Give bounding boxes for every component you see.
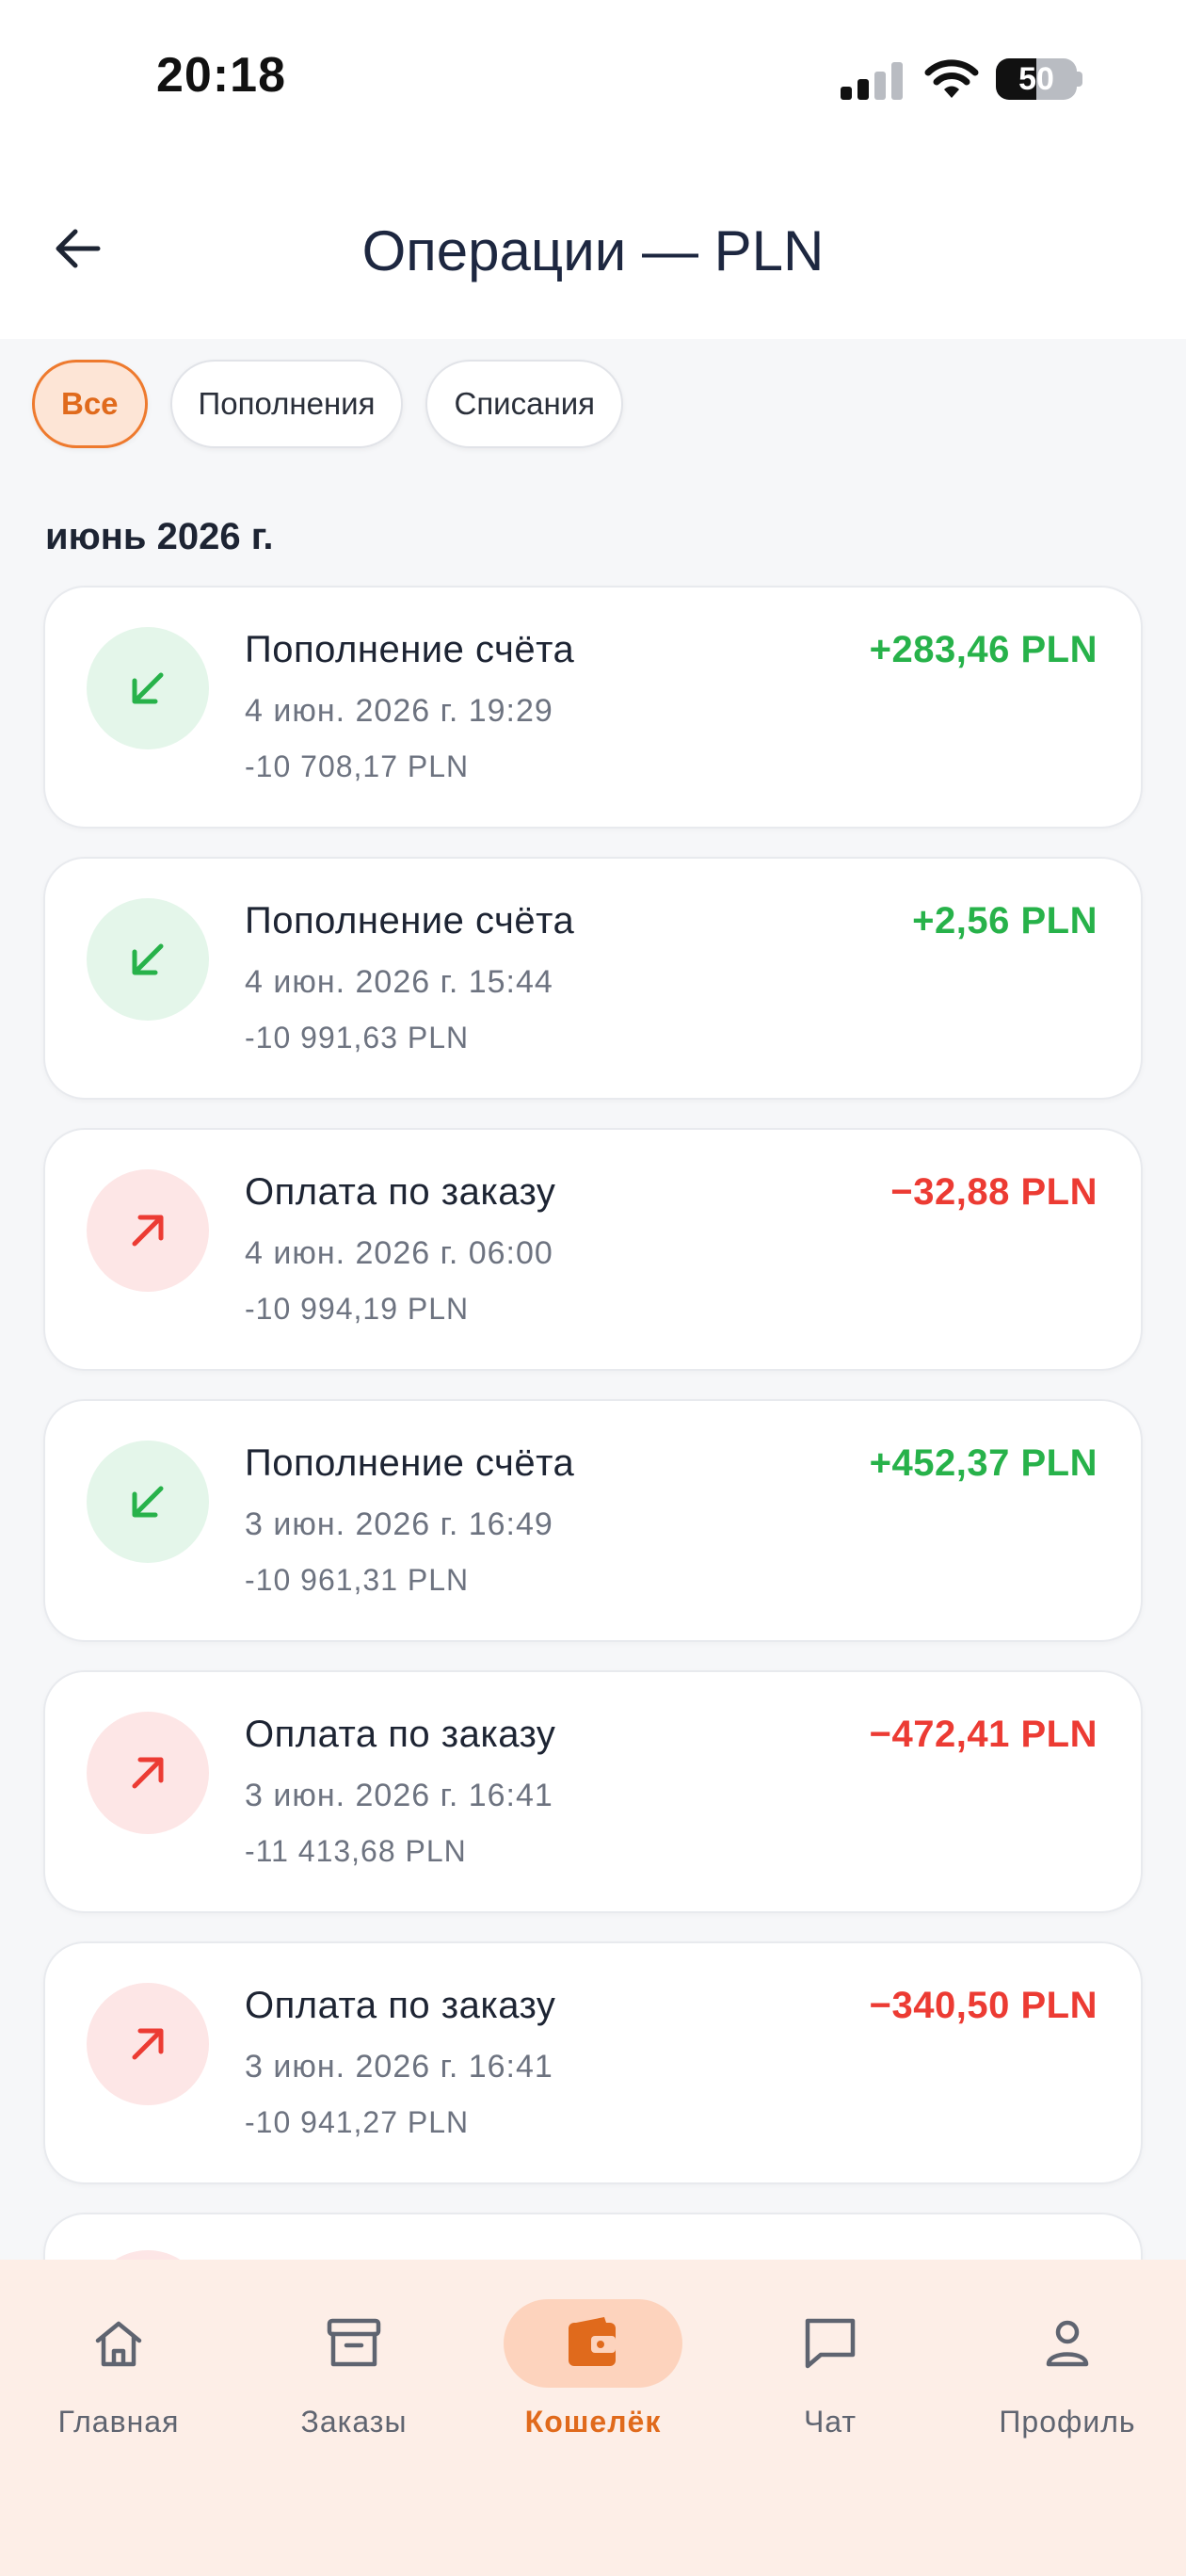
transaction-amount: +2,56 PLN: [912, 900, 1098, 942]
transaction-amount: +452,37 PLN: [869, 1442, 1098, 1484]
home-icon: [29, 2299, 208, 2388]
transaction-direction-icon: [87, 1169, 209, 1292]
nav-label: Заказы: [300, 2405, 408, 2439]
transaction-row[interactable]: Пополнение счёта 4 июн. 2026 г. 19:29 -1…: [43, 586, 1143, 829]
battery-percent: 50: [1018, 61, 1054, 97]
transaction-direction-icon: [87, 1983, 209, 2105]
filter-chip-all[interactable]: Все: [32, 360, 148, 448]
nav-item-profile[interactable]: Профиль: [964, 2299, 1171, 2450]
transaction-row[interactable]: Пополнение счёта 4 июн. 2026 г. 15:44 -1…: [43, 857, 1143, 1100]
archive-box-icon: [264, 2299, 443, 2388]
transaction-balance: -10 991,63 PLN: [245, 1021, 470, 1055]
filter-chip-label: Списания: [454, 386, 595, 421]
wallet-icon: [504, 2299, 682, 2388]
nav-item-wallet[interactable]: Кошелёк: [489, 2299, 697, 2450]
transaction-row[interactable]: Пополнение счёта 3 июн. 2026 г. 16:49 -1…: [43, 1399, 1143, 1642]
nav-item-chat[interactable]: Чат: [727, 2299, 934, 2450]
transaction-title: Пополнение счёта: [245, 1442, 575, 1484]
chat-bubble-icon: [741, 2299, 920, 2388]
transaction-title: Пополнение счёта: [245, 900, 575, 942]
transaction-date: 3 июн. 2026 г. 16:49: [245, 1506, 553, 1542]
transaction-balance: -11 413,68 PLN: [245, 1834, 467, 1868]
status-time: 20:18: [156, 48, 286, 103]
arrow-up-right-icon: [132, 1757, 164, 1789]
transaction-date: 4 июн. 2026 г. 19:29: [245, 693, 553, 729]
transaction-direction-icon: [87, 1712, 209, 1834]
transaction-title: Оплата по заказу: [245, 1985, 556, 2026]
status-bar: 20:18 50: [0, 0, 1186, 160]
filter-chips: Все Пополнения Списания: [32, 360, 623, 448]
nav-label: Чат: [803, 2405, 857, 2439]
transaction-title: Пополнение счёта: [245, 629, 575, 670]
transaction-date: 3 июн. 2026 г. 16:41: [245, 1778, 553, 1813]
nav-item-home[interactable]: Главная: [15, 2299, 222, 2450]
filter-chip-debits[interactable]: Списания: [425, 360, 623, 448]
nav-label: Кошелёк: [524, 2405, 662, 2439]
arrow-down-left-icon: [132, 1486, 164, 1518]
battery-icon: 50: [996, 58, 1082, 100]
top-app-bar: Операции — PLN: [0, 160, 1186, 339]
nav-label: Профиль: [999, 2405, 1136, 2439]
transaction-balance: -10 994,19 PLN: [245, 1292, 470, 1326]
user-icon: [978, 2299, 1157, 2388]
transaction-title: Оплата по заказу: [245, 1171, 556, 1213]
transaction-balance: -10 941,27 PLN: [245, 2105, 470, 2139]
transaction-direction-icon: [87, 1441, 209, 1563]
arrow-down-left-icon: [132, 943, 164, 975]
transaction-amount: +283,46 PLN: [869, 629, 1098, 670]
transaction-direction-icon: [87, 627, 209, 749]
wallet-operations-screen: 20:18 50 Операции — PLN Все Пополнения С…: [0, 0, 1186, 2576]
transaction-date: 3 июн. 2026 г. 16:41: [245, 2049, 553, 2085]
filter-chip-topups[interactable]: Пополнения: [169, 360, 404, 448]
month-section-title: июнь 2026 г.: [45, 516, 274, 557]
transaction-direction-icon: [87, 898, 209, 1021]
transaction-row[interactable]: Оплата по заказу 4 июн. 2026 г. 06:00 -1…: [43, 1128, 1143, 1371]
transaction-amount: −32,88 PLN: [890, 1171, 1098, 1213]
cellular-signal-icon: [841, 62, 905, 100]
transaction-title: Оплата по заказу: [245, 1714, 556, 1755]
transaction-date: 4 июн. 2026 г. 15:44: [245, 964, 553, 1000]
arrow-down-left-icon: [132, 672, 164, 704]
transaction-balance: -10 961,31 PLN: [245, 1563, 470, 1597]
transaction-row[interactable]: Оплата по заказу 3 июн. 2026 г. 16:41 -1…: [43, 1941, 1143, 2184]
nav-label: Главная: [57, 2405, 180, 2439]
page-title: Операции — PLN: [361, 219, 825, 282]
transaction-balance: -10 708,17 PLN: [245, 749, 470, 783]
filter-chip-label: Пополнения: [198, 386, 376, 421]
filter-chip-label: Все: [61, 386, 119, 421]
transaction-list: Пополнение счёта 4 июн. 2026 г. 19:29 -1…: [43, 586, 1143, 2373]
wifi-icon: [922, 56, 981, 102]
transaction-amount: −472,41 PLN: [869, 1714, 1098, 1755]
nav-item-orders[interactable]: Заказы: [250, 2299, 457, 2450]
transaction-amount: −340,50 PLN: [869, 1985, 1098, 2026]
bottom-navigation: Главная Заказы Кошелёк Чат Профиль: [0, 2260, 1186, 2576]
transaction-row[interactable]: Оплата по заказу 3 июн. 2026 г. 16:41 -1…: [43, 1670, 1143, 1913]
transaction-date: 4 июн. 2026 г. 06:00: [245, 1235, 553, 1271]
arrow-up-right-icon: [132, 1215, 164, 1247]
arrow-up-right-icon: [132, 2028, 164, 2060]
